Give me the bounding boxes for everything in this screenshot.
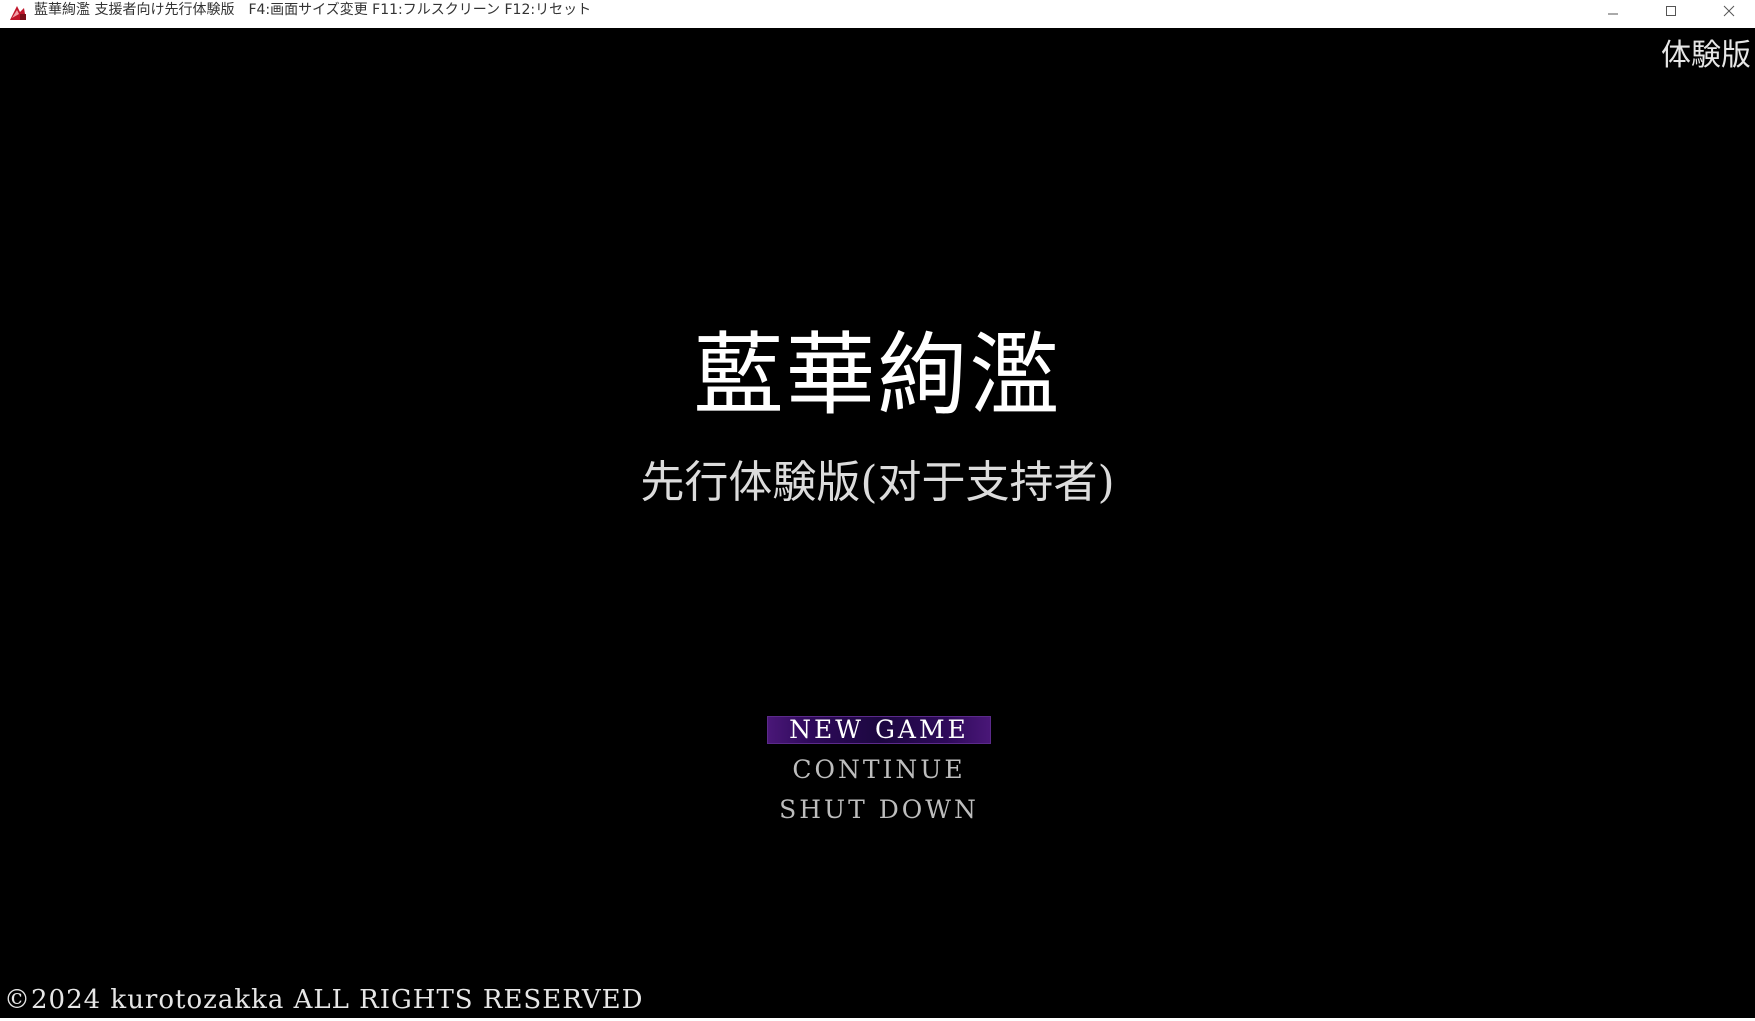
copyright-text: ©2024 kurotozakka ALL RIGHTS RESERVED <box>4 985 644 1015</box>
menu-item-continue[interactable]: CONTINUE <box>767 750 991 790</box>
close-button[interactable] <box>1700 0 1755 22</box>
close-icon <box>1723 5 1735 17</box>
title-menu: NEW GAME CONTINUE SHUT DOWN <box>767 710 991 830</box>
app-icon <box>8 4 28 22</box>
menu-item-shut-down[interactable]: SHUT DOWN <box>767 790 991 830</box>
maximize-icon <box>1666 6 1676 16</box>
window-titlebar[interactable]: 藍華絢濫 支援者向け先行体験版 F4:画面サイズ変更 F11:フルスクリーン F… <box>0 0 1755 28</box>
minimize-icon <box>1608 13 1618 15</box>
minimize-button[interactable] <box>1584 0 1642 22</box>
maximize-button[interactable] <box>1642 0 1700 22</box>
game-subtitle: 先行体験版(对于支持者) <box>640 457 1115 508</box>
game-canvas[interactable]: 体験版 藍華絢濫 先行体験版(对于支持者) NEW GAME CONTINUE … <box>0 28 1755 1018</box>
game-title: 藍華絢濫 <box>693 323 1062 428</box>
game-window: 藍華絢濫 支援者向け先行体験版 F4:画面サイズ変更 F11:フルスクリーン F… <box>0 0 1755 1021</box>
window-title: 藍華絢濫 支援者向け先行体験版 F4:画面サイズ変更 F11:フルスクリーン F… <box>34 2 592 18</box>
menu-item-new-game[interactable]: NEW GAME <box>767 716 991 744</box>
trial-version-label: 体験版 <box>1661 38 1751 73</box>
